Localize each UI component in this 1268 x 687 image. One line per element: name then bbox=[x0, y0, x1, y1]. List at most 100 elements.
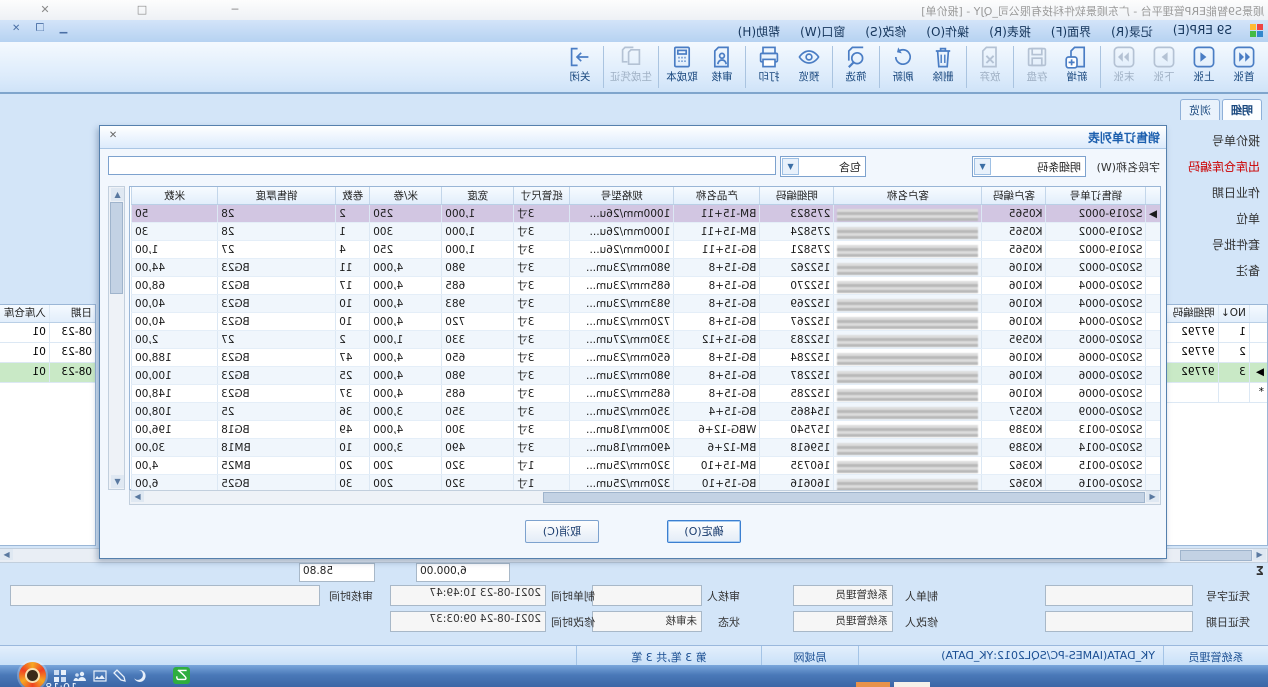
dialog-close-icon[interactable]: ✕ bbox=[105, 129, 121, 143]
column-header-0[interactable]: 销售订单号 bbox=[1046, 187, 1146, 205]
column-header-4[interactable]: 产品名称 bbox=[674, 187, 760, 205]
column-header-5[interactable]: 规格型号 bbox=[570, 187, 674, 205]
chevron-down-icon[interactable]: ▼ bbox=[782, 158, 799, 175]
menu-item-0[interactable]: S9 ERP(E) bbox=[1163, 20, 1242, 42]
tray-flower-logo-icon[interactable] bbox=[19, 662, 46, 687]
quotation-grid-right[interactable]: 日期入库仓库08-230108-230108-2301 bbox=[0, 304, 96, 546]
moon-icon[interactable] bbox=[132, 668, 148, 684]
toolbar-button-关闭[interactable]: 关闭 bbox=[560, 44, 600, 84]
table-row[interactable]: S2020-0002K0106152262BG-15+8980mm/23um..… bbox=[132, 259, 1161, 277]
column-header-2[interactable]: 客户名称 bbox=[834, 187, 982, 205]
pen-icon[interactable] bbox=[112, 668, 128, 684]
table-row[interactable]: S2020-0004K0106152267BG-15+8720mm/23um..… bbox=[132, 313, 1161, 331]
chevron-down-icon[interactable]: ▼ bbox=[974, 158, 991, 175]
toolbar-button-打印[interactable]: 打印 bbox=[749, 44, 789, 84]
toolbar-button-取成本[interactable]: 取成本 bbox=[662, 44, 702, 84]
voucher-no-field[interactable] bbox=[1045, 585, 1193, 606]
table-row[interactable]: S2020-0009K0557154865BG-15+4350mm/25um..… bbox=[132, 403, 1161, 421]
table-row[interactable]: ▶S2019-0002K0565275823BM-15+111000mm/26u… bbox=[132, 205, 1161, 223]
cell: 3寸 bbox=[514, 367, 570, 385]
table-row[interactable]: S2020-0006K0106152285BG-15+8685mm/23um..… bbox=[132, 385, 1161, 403]
table-row[interactable]: S2020-0013K0389157540WBG-12+6300mm/18um.… bbox=[132, 421, 1161, 439]
column-header-9[interactable]: 卷数 bbox=[336, 187, 370, 205]
menu-item-3[interactable]: 报表(R) bbox=[979, 20, 1041, 42]
filter-text-input[interactable] bbox=[108, 156, 776, 175]
scrollbar-thumb[interactable] bbox=[1180, 550, 1252, 561]
table-row[interactable]: 08-2301 bbox=[0, 323, 95, 343]
windows-taskbar: 乙 10:18 bbox=[0, 665, 1268, 687]
table-row[interactable]: S2020-0015K0362160735BM-15+10320mm/25um.… bbox=[132, 457, 1161, 475]
toolbar-button-上张[interactable]: 上张 bbox=[1184, 44, 1224, 84]
row-selector-cell bbox=[1146, 277, 1160, 295]
cell: 50 bbox=[132, 205, 218, 223]
column-header-8[interactable]: 米/卷 bbox=[370, 187, 442, 205]
table-row[interactable]: 08-2301 bbox=[0, 343, 95, 363]
table-row[interactable]: S2019-0002K0565275824BM-15+111000mm/26u.… bbox=[132, 223, 1161, 241]
dialog-vscrollbar[interactable]: ▲ ▼ bbox=[108, 186, 125, 490]
scroll-left-arrow-icon[interactable]: ◀ bbox=[1146, 491, 1159, 502]
table-row[interactable]: S2020-0004K0106152270BG-15+8685mm/23um..… bbox=[132, 277, 1161, 295]
scroll-down-arrow-icon[interactable]: ▼ bbox=[111, 475, 124, 488]
image-icon[interactable] bbox=[92, 668, 108, 684]
toolbar-button-筛选[interactable]: 筛选 bbox=[836, 44, 876, 84]
toolbar-button-新增[interactable]: 新增 bbox=[1057, 44, 1097, 84]
tab-detail[interactable]: 明细 bbox=[1222, 99, 1262, 120]
maximize-button[interactable]: □ bbox=[129, 2, 155, 17]
toolbar-button-预览[interactable]: 预览 bbox=[789, 44, 829, 84]
column-header-11[interactable]: 米数 bbox=[132, 187, 218, 205]
column-header-6[interactable]: 纸管尺寸 bbox=[514, 187, 570, 205]
menu-item-4[interactable]: 操作(O) bbox=[916, 20, 979, 42]
toolbar-button-label: 关闭 bbox=[563, 71, 597, 83]
table-row[interactable]: 297792 bbox=[1166, 343, 1267, 363]
operator-select[interactable]: 包含 ▼ bbox=[780, 156, 866, 177]
cancel-button[interactable]: 取消(C) bbox=[525, 520, 599, 543]
table-row[interactable]: S2020-0004K0106152269BG-15+8983mm/23um..… bbox=[132, 295, 1161, 313]
scroll-right-arrow-icon[interactable]: ▶ bbox=[131, 491, 144, 502]
table-row[interactable]: S2019-0002K0565275821BG-15+111000mm/26u.… bbox=[132, 241, 1161, 259]
menu-item-2[interactable]: 界面(F) bbox=[1041, 20, 1101, 42]
menu-item-6[interactable]: 窗口(W) bbox=[790, 20, 855, 42]
scroll-right-arrow-icon[interactable]: ▶ bbox=[0, 549, 13, 560]
column-header-1[interactable]: 客户编码 bbox=[982, 187, 1046, 205]
toolbar-button-首张[interactable]: 首张 bbox=[1224, 44, 1264, 84]
column-header-10[interactable]: 销售厚度 bbox=[218, 187, 336, 205]
scrollbar-thumb[interactable] bbox=[543, 492, 1145, 503]
scrollbar-thumb[interactable] bbox=[110, 202, 123, 294]
table-row[interactable]: S2020-0014K0389159618BM-12+6490mm/18um..… bbox=[132, 439, 1161, 457]
scroll-up-arrow-icon[interactable]: ▲ bbox=[111, 188, 124, 201]
operator-select-value: 包含 bbox=[839, 159, 861, 175]
tab-browse[interactable]: 浏览 bbox=[1180, 99, 1220, 120]
table-row[interactable]: 197792 bbox=[1166, 323, 1267, 343]
menu-item-5[interactable]: 修改(S) bbox=[855, 20, 916, 42]
dialog-hscrollbar[interactable]: ◀ ▶ bbox=[129, 490, 1161, 505]
customer-name-redacted bbox=[837, 227, 978, 239]
quotation-grid-left[interactable]: NO↓明细编码197792297792▶397792* bbox=[1165, 304, 1268, 546]
table-row[interactable]: S2020-0005K0595152283BG-15+12330mm/27um.… bbox=[132, 331, 1161, 349]
table-row[interactable]: * bbox=[1166, 383, 1267, 403]
toolbar-button-审核[interactable]: 审核 bbox=[702, 44, 742, 84]
table-row[interactable]: ▶397792 bbox=[1166, 363, 1267, 383]
toolbar-button-删除[interactable]: 删除 bbox=[923, 44, 963, 84]
column-header-7[interactable]: 宽度 bbox=[442, 187, 514, 205]
sales-order-table[interactable]: 销售订单号客户编码客户名称明细编码产品名称规格型号纸管尺寸宽度米/卷卷数销售厚度… bbox=[131, 187, 1160, 493]
dialog-titlebar[interactable]: 销售订单列表 ✕ bbox=[100, 126, 1166, 149]
table-row[interactable]: S2020-0006K0106152284BG-15+8650mm/23um..… bbox=[132, 349, 1161, 367]
minimize-button[interactable]: ─ bbox=[222, 2, 248, 17]
menu-item-1[interactable]: 记录(R) bbox=[1101, 20, 1163, 42]
ime-green-icon[interactable]: 乙 bbox=[173, 667, 190, 684]
voucher-date-field[interactable] bbox=[1045, 611, 1193, 632]
toolbar-button-label: 上张 bbox=[1187, 71, 1221, 83]
toolbar-separator bbox=[658, 46, 659, 88]
menu-item-7[interactable]: 帮助(H) bbox=[728, 20, 790, 42]
field-select[interactable]: 明细条码 ▼ bbox=[972, 156, 1086, 177]
table-row[interactable]: 08-2301 bbox=[0, 363, 95, 383]
column-header-3[interactable]: 明细编码 bbox=[760, 187, 834, 205]
totals-row: Σ 6,000.00 58.80 bbox=[0, 563, 1268, 581]
mdi-window-controls[interactable]: ▁ ❐ ✕ bbox=[6, 23, 67, 34]
ok-button[interactable]: 确定(O) bbox=[667, 520, 741, 543]
close-button[interactable]: ✕ bbox=[32, 2, 58, 17]
field-name-label: 字段名称(W) bbox=[1097, 159, 1160, 175]
table-row[interactable]: S2020-0006K0106152287BG-15+8980mm/23um..… bbox=[132, 367, 1161, 385]
toolbar-button-刷新[interactable]: 刷新 bbox=[883, 44, 923, 84]
scroll-left-arrow-icon[interactable]: ◀ bbox=[1253, 549, 1266, 560]
